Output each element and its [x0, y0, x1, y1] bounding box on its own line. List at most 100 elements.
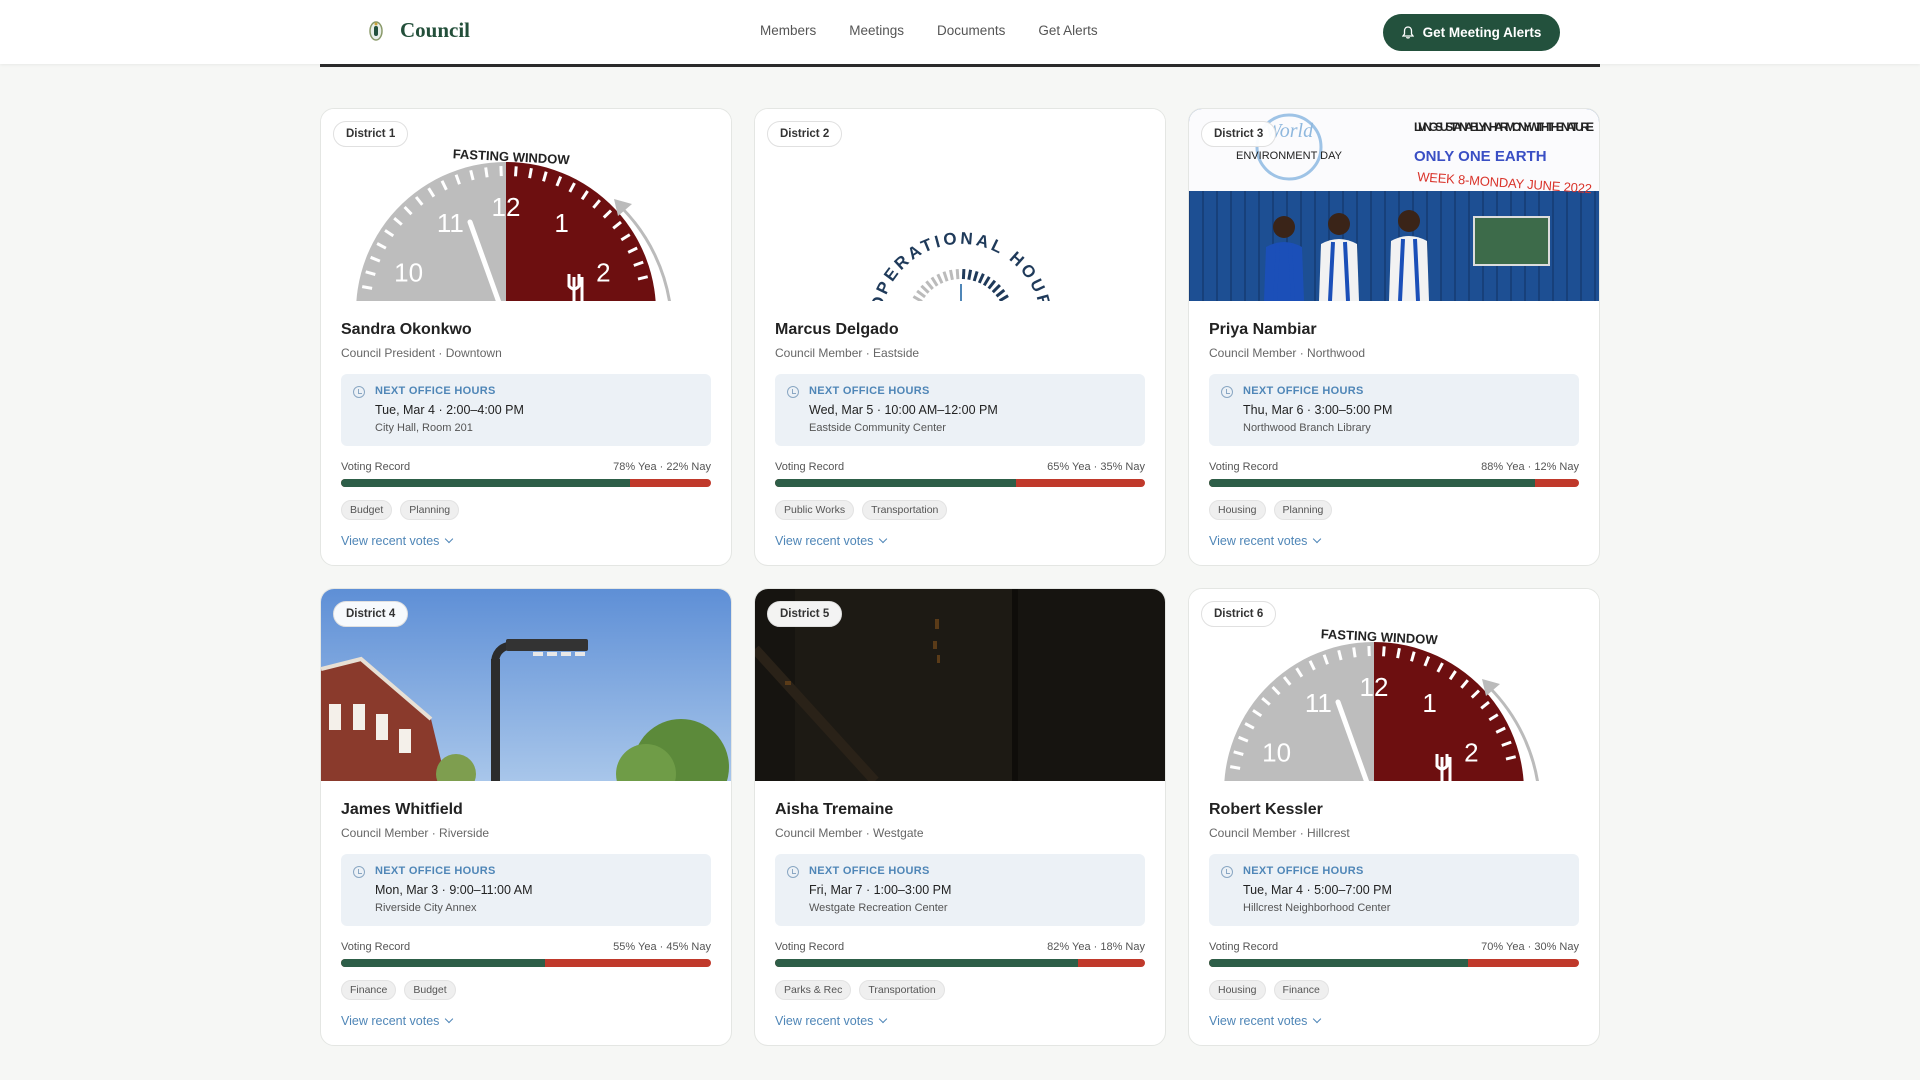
clock-number: 2 [1464, 738, 1478, 768]
view-recent-votes-link[interactable]: View recent votes [341, 1014, 711, 1028]
topic-tag: Public Works [775, 500, 855, 520]
district-badge: District 4 [333, 601, 409, 627]
clock-tick [1352, 647, 1357, 658]
member-card[interactable]: FASTING WINDOW 10 11 12 1 2 District 1 Sandr… [320, 108, 732, 566]
gauge-tick [949, 269, 954, 281]
topic-tag: Parks & Rec [775, 980, 852, 1000]
top-navbar: Council Members Meetings Documents Get A… [0, 0, 1920, 64]
nav-members[interactable]: Members [760, 23, 816, 38]
view-recent-votes-link[interactable]: View recent votes [1209, 1014, 1579, 1028]
view-recent-votes-link[interactable]: View recent votes [341, 534, 711, 548]
member-role: Council Member · Hillcrest [1209, 826, 1350, 840]
voting-record-label: Voting Record [341, 461, 411, 473]
member-role: Council Member · Eastside [775, 346, 920, 360]
chevron-down-icon [445, 534, 454, 544]
topic-tag: Planning [400, 500, 460, 520]
office-hours-box: NEXT OFFICE HOURS Mon, Mar 3 · 9:00–11:0… [341, 854, 711, 926]
voting-record-summary: 88% Yea · 12% Nay [1481, 461, 1579, 473]
chevron-down-icon [1313, 534, 1322, 544]
member-name: Sandra Okonkwo [341, 321, 472, 338]
member-name: Priya Nambiar [1209, 321, 1317, 338]
office-hours-time: Thu, Mar 6 · 3:00–5:00 PM [1243, 403, 1393, 417]
brand[interactable]: Council [366, 18, 470, 43]
get-meeting-alerts-button[interactable]: Get Meeting Alerts [1383, 14, 1560, 51]
card-media: FASTING WINDOW 10 11 12 1 2 District 1 [321, 109, 731, 301]
header-divider [320, 64, 1600, 67]
member-card[interactable]: OPERATIONAL HOUR District 2 Marcus Delga… [754, 108, 1166, 566]
banner-living-sustainably: LIVING SUSTAINABLY IN HARMONY WITH THE N… [1414, 120, 1594, 134]
office-hours-time: Fri, Mar 7 · 1:00–3:00 PM [809, 883, 952, 897]
office-hours-box: NEXT OFFICE HOURS Fri, Mar 7 · 1:00–3:00… [775, 854, 1145, 926]
topic-tags: Parks & Rec Transportation [775, 980, 1145, 1000]
clock-tick [514, 166, 518, 177]
topic-tag: Finance [341, 980, 397, 1000]
chevron-down-icon [445, 1014, 454, 1024]
clock-icon [787, 866, 799, 878]
clock-number: 12 [1360, 672, 1389, 702]
topic-tags: Budget Planning [341, 500, 711, 520]
office-hours-label: NEXT OFFICE HOURS [809, 865, 930, 877]
member-grid: FASTING WINDOW 10 11 12 1 2 District 1 Sandr… [320, 108, 1601, 1046]
clock-icon [1221, 386, 1233, 398]
nav-documents[interactable]: Documents [937, 23, 1005, 38]
member-role: Council President · Downtown [341, 346, 502, 360]
member-name: Robert Kessler [1209, 801, 1323, 818]
clock-tick [484, 167, 489, 178]
clock-tick [528, 167, 533, 179]
clock-icon [787, 386, 799, 398]
office-hours-label: NEXT OFFICE HOURS [375, 865, 496, 877]
topic-tags: Public Works Transportation [775, 500, 1145, 520]
clock-number: 11 [437, 208, 464, 238]
gauge-tick [961, 269, 966, 280]
clock-number: 10 [1262, 738, 1291, 768]
voting-record-bar [775, 959, 1145, 967]
member-name: Aisha Tremaine [775, 801, 894, 818]
clock-number: 1 [1422, 688, 1436, 718]
member-card[interactable]: District 4 James Whitfield Council Membe… [320, 588, 732, 1046]
topic-tag: Planning [1273, 500, 1333, 520]
card-media: World ENVIRONMENT DAY LIVING SUSTAINABLY… [1189, 109, 1599, 301]
member-card[interactable]: District 5 Aisha Tremaine Council Member… [754, 588, 1166, 1046]
voting-record-label: Voting Record [1209, 941, 1279, 953]
clock-icon [1221, 866, 1233, 878]
street-lamp-pole [491, 659, 500, 781]
card-media: FASTING WINDOW 10 11 12 1 2 District 6 [1189, 589, 1599, 781]
view-recent-votes-link[interactable]: View recent votes [775, 534, 1145, 548]
member-card[interactable]: FASTING WINDOW 10 11 12 1 2 District 6 Rober… [1188, 588, 1600, 1046]
office-hours-location: City Hall, Room 201 [375, 422, 473, 434]
voting-record-yea-fill [1209, 959, 1468, 967]
office-hours-label: NEXT OFFICE HOURS [1243, 865, 1364, 877]
member-role: Council Member · Riverside [341, 826, 490, 840]
clock-number: 10 [394, 258, 423, 288]
gauge-tick [955, 268, 960, 280]
card-media: OPERATIONAL HOUR District 2 [755, 109, 1165, 301]
nav-meetings[interactable]: Meetings [849, 23, 904, 38]
office-hours-label: NEXT OFFICE HOURS [809, 385, 930, 397]
member-card[interactable]: World ENVIRONMENT DAY LIVING SUSTAINABLY… [1188, 108, 1600, 566]
clock-tick [1229, 765, 1241, 770]
office-hours-time: Wed, Mar 5 · 10:00 AM–12:00 PM [809, 403, 998, 417]
voting-record-bar [341, 479, 711, 487]
banner-only-one-earth: ONLY ONE EARTH [1414, 148, 1547, 165]
view-recent-votes-label: View recent votes [1209, 534, 1308, 548]
view-recent-votes-link[interactable]: View recent votes [1209, 534, 1579, 548]
topic-tag: Budget [341, 500, 393, 520]
view-recent-votes-label: View recent votes [775, 1014, 874, 1028]
office-hours-location: Westgate Recreation Center [809, 902, 948, 914]
voting-record-label: Voting Record [341, 941, 411, 953]
topic-tag: Housing [1209, 500, 1266, 520]
view-recent-votes-label: View recent votes [341, 1014, 440, 1028]
brand-name: Council [400, 18, 471, 42]
clock-tick [361, 285, 373, 290]
topic-tag: Budget [404, 980, 456, 1000]
member-name: Marcus Delgado [775, 321, 899, 338]
voting-record-summary: 78% Yea · 22% Nay [613, 461, 711, 473]
view-recent-votes-link[interactable]: View recent votes [775, 1014, 1145, 1028]
voting-record-summary: 65% Yea · 35% Nay [1047, 461, 1145, 473]
view-recent-votes-label: View recent votes [1209, 1014, 1308, 1028]
nav-get-alerts[interactable]: Get Alerts [1038, 23, 1097, 38]
voting-record-yea-fill [1209, 479, 1535, 487]
office-hours-box: NEXT OFFICE HOURS Wed, Mar 5 · 10:00 AM–… [775, 374, 1145, 446]
member-name: James Whitfield [341, 801, 463, 818]
district-badge: District 1 [333, 121, 409, 147]
